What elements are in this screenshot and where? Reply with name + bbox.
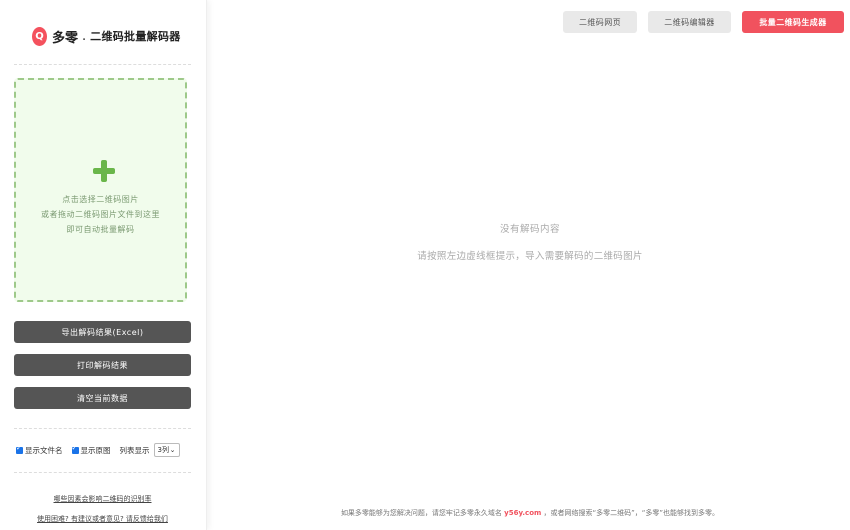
upload-dropzone[interactable]: 点击选择二维码图片 或者拖动二维码图片文件到这里 即可自动批量解码 [14,78,187,302]
divider [14,428,191,429]
show-image-option[interactable]: 显示原图 [71,444,111,456]
footer-text-before: 如果多零能够为您解决问题，请您牢记多零永久域名 [340,509,505,517]
feedback-link-row: 使用困难? 有建议或者意见? 请反馈给我们 [14,514,191,524]
dropzone-line-3: 即可自动批量解码 [66,225,135,234]
print-results-button[interactable]: 打印解码结果 [14,354,191,376]
show-filename-option[interactable]: 显示文件名 [16,444,63,456]
logo-separator: . [82,28,87,44]
empty-state-hint: 请按照左边虚线框提示，导入需要解码的二维码图片 [417,251,643,262]
qr-page-button[interactable]: 二维码网页 [563,11,637,33]
display-options: 显示文件名 显示原图 列表显示 3列 ⌄ [16,441,192,459]
qr-editor-button[interactable]: 二维码编辑器 [648,11,731,33]
logo-brand: 多零 [52,30,79,46]
logo-icon: Q [32,26,47,46]
footer-text-after: ，或者网络搜索“多零二维码”，“多零”也能够找到多零。 [541,509,720,517]
divider [14,472,191,473]
empty-state-title: 没有解码内容 [499,224,560,235]
logo-subtitle: 二维码批量解码器 [90,30,181,43]
columns-select[interactable]: 3列 ⌄ [153,443,180,457]
columns-select-value: 3列 [157,446,169,454]
show-filename-label: 显示文件名 [25,445,63,455]
footer: 如果多零能够为您解决问题，请您牢记多零永久域名 y56y.com ，或者网络搜索… [210,508,850,518]
show-filename-checkbox[interactable] [16,444,23,454]
recognition-rate-link-row: 哪些因素会影响二维码的识别率 [14,494,191,504]
export-excel-button[interactable]: 导出解码结果(Excel) [14,321,191,343]
feedback-link[interactable]: 使用困难? 有建议或者意见? 请反馈给我们 [37,515,168,523]
show-image-checkbox[interactable] [71,444,79,454]
show-image-label: 显示原图 [80,445,111,455]
batch-generator-button[interactable]: 批量二维码生成器 [742,11,844,33]
plus-icon [93,160,115,182]
app-logo: Q 多零 . 二维码批量解码器 [32,26,181,46]
sidebar: Q 多零 . 二维码批量解码器 点击选择二维码图片 或者拖动二维码图片文件到这里… [0,0,207,530]
list-display-label: 列表显示 [119,445,150,455]
divider [14,64,191,65]
footer-site-link[interactable]: y56y.com [504,509,541,517]
recognition-rate-link[interactable]: 哪些因素会影响二维码的识别率 [54,495,152,503]
dropzone-line-1: 点击选择二维码图片 [62,195,139,204]
chevron-down-icon: ⌄ [169,446,176,454]
dropzone-instructions: 点击选择二维码图片 或者拖动二维码图片文件到这里 即可自动批量解码 [16,192,185,237]
clear-data-button[interactable]: 清空当前数据 [14,387,191,409]
dropzone-line-2: 或者拖动二维码图片文件到这里 [41,210,160,219]
